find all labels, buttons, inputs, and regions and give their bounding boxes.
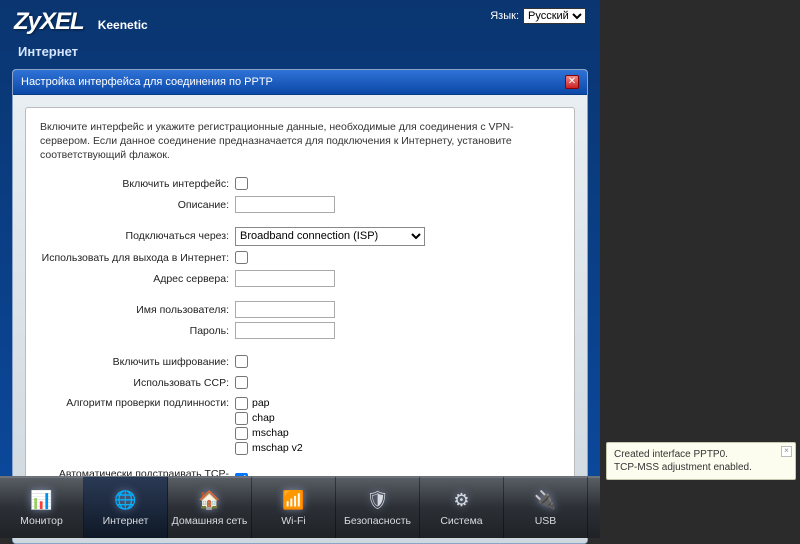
auth-algo-list: pap chap mschap mschap v2 — [235, 395, 303, 455]
enable-label: Включить интерфейс: — [40, 178, 235, 190]
panel-titlebar: Настройка интерфейса для соединения по P… — [13, 70, 587, 95]
nav-label-usb: USB — [535, 515, 557, 527]
nav-item-monitor[interactable]: 📊 Монитор — [0, 477, 84, 538]
chap-checkbox[interactable] — [235, 412, 248, 425]
encryption-checkbox[interactable] — [235, 355, 248, 368]
toast-close-icon[interactable]: × — [781, 446, 792, 457]
breadcrumb: Интернет — [0, 40, 600, 69]
auth-algo-chap[interactable]: chap — [235, 412, 303, 425]
auth-algo-mschapv2[interactable]: mschap v2 — [235, 442, 303, 455]
home-icon: 🏠 — [196, 488, 224, 512]
nav-label-internet: Интернет — [103, 515, 149, 527]
description-label: Описание: — [40, 199, 235, 211]
nav-item-home[interactable]: 🏠 Домашняя сеть — [168, 477, 252, 538]
monitor-icon: 📊 — [28, 488, 56, 512]
language-label: Язык: — [490, 10, 519, 22]
system-icon: ⚙ — [448, 488, 476, 512]
bottom-nav: 📊 Монитор 🌐 Интернет 🏠 Домашняя сеть 📶 Wi-Fi 🛡 Бе… — [0, 476, 600, 538]
connect-via-select[interactable]: Broadband connection (ISP) — [235, 227, 425, 246]
nav-item-security[interactable]: 🛡 Безопасность — [336, 477, 420, 538]
brand-logo: ZyXEL — [14, 8, 84, 36]
wifi-icon: 📶 — [280, 488, 308, 512]
panel-intro: Включите интерфейс и укажите регистрацио… — [40, 120, 560, 163]
nav-label-system: Система — [440, 515, 482, 527]
password-label: Пароль: — [40, 325, 235, 337]
nav-item-usb[interactable]: 🔌 USB — [504, 477, 588, 538]
language-selector: Язык: Русский — [490, 8, 586, 24]
close-icon[interactable]: ✕ — [565, 75, 579, 89]
usb-icon: 🔌 — [532, 488, 560, 512]
server-address-label: Адрес сервера: — [40, 273, 235, 285]
settings-panel: Настройка интерфейса для соединения по P… — [12, 69, 588, 544]
use-for-internet-label: Использовать для выхода в Интернет: — [40, 252, 235, 264]
ccp-label: Использовать CCP: — [40, 377, 235, 389]
nav-item-internet[interactable]: 🌐 Интернет — [84, 477, 168, 538]
connect-via-label: Подключаться через: — [40, 230, 235, 242]
nav-label-home: Домашняя сеть — [172, 515, 248, 527]
password-input[interactable] — [235, 322, 335, 339]
model-name: Keenetic — [98, 18, 148, 32]
nav-label-wifi: Wi-Fi — [281, 515, 306, 527]
ccp-checkbox[interactable] — [235, 376, 248, 389]
username-label: Имя пользователя: — [40, 304, 235, 316]
form-container: Включите интерфейс и укажите регистрацио… — [25, 107, 575, 531]
logo-area: ZyXEL Keenetic — [14, 8, 148, 36]
pap-checkbox[interactable] — [235, 397, 248, 410]
server-address-input[interactable] — [235, 270, 335, 287]
nav-item-system[interactable]: ⚙ Система — [420, 477, 504, 538]
description-input[interactable] — [235, 196, 335, 213]
auth-algo-label: Алгоритм проверки подлинности: — [40, 395, 235, 409]
security-icon: 🛡 — [364, 488, 392, 512]
auth-algo-mschap[interactable]: mschap — [235, 427, 303, 440]
app-window: ZyXEL Keenetic Язык: Русский Интернет На… — [0, 0, 600, 538]
username-input[interactable] — [235, 301, 335, 318]
nav-item-wifi[interactable]: 📶 Wi-Fi — [252, 477, 336, 538]
header: ZyXEL Keenetic Язык: Русский — [0, 0, 600, 40]
use-for-internet-checkbox[interactable] — [235, 251, 248, 264]
mschapv2-checkbox[interactable] — [235, 442, 248, 455]
mschap-checkbox[interactable] — [235, 427, 248, 440]
notification-toast: × Created interface PPTP0. TCP-MSS adjus… — [606, 442, 796, 480]
toast-line1: Created interface PPTP0. — [614, 448, 777, 461]
nav-label-monitor: Монитор — [20, 515, 63, 527]
encryption-label: Включить шифрование: — [40, 356, 235, 368]
panel-title-text: Настройка интерфейса для соединения по P… — [21, 76, 273, 88]
enable-checkbox[interactable] — [235, 177, 248, 190]
auth-algo-pap[interactable]: pap — [235, 397, 303, 410]
toast-line2: TCP-MSS adjustment enabled. — [614, 461, 777, 474]
language-select[interactable]: Русский — [523, 8, 586, 24]
internet-icon: 🌐 — [112, 488, 140, 512]
nav-label-security: Безопасность — [344, 515, 411, 527]
